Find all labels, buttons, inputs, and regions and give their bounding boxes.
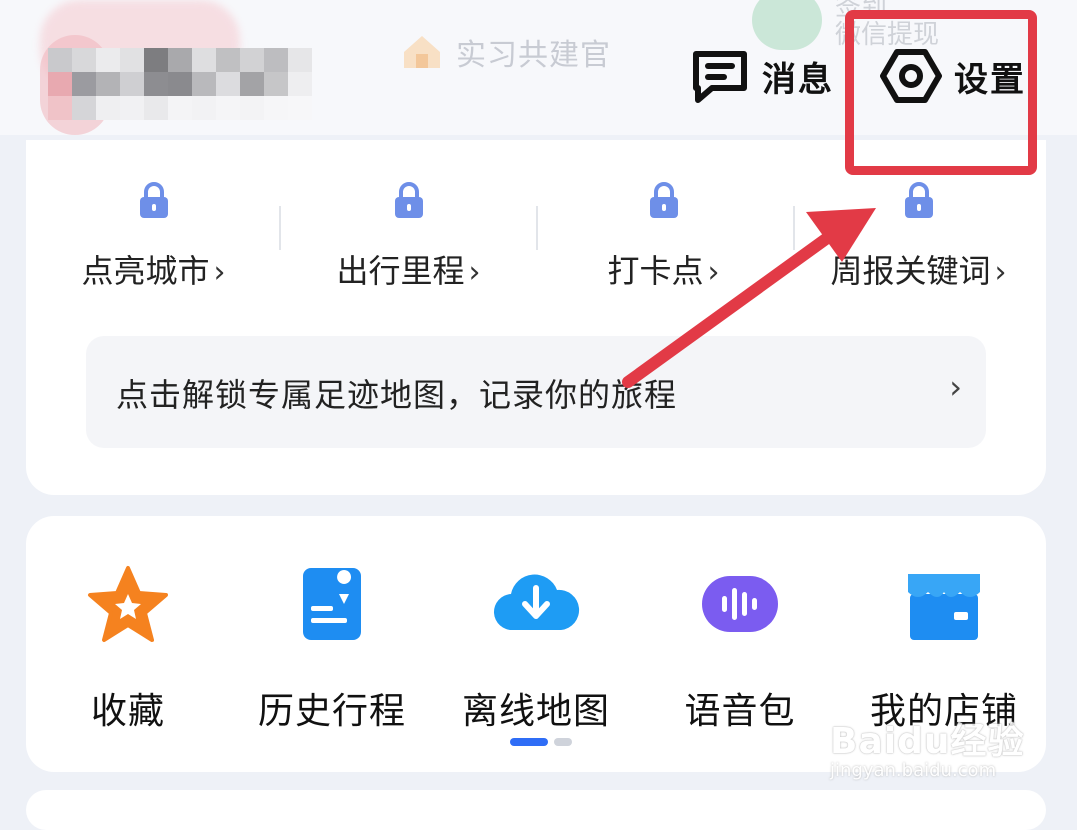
- watermark-url: jingyan.baidu.com: [830, 760, 997, 781]
- watermark-brand: Baidu经验: [830, 721, 1025, 762]
- pointer-arrow: [622, 208, 876, 388]
